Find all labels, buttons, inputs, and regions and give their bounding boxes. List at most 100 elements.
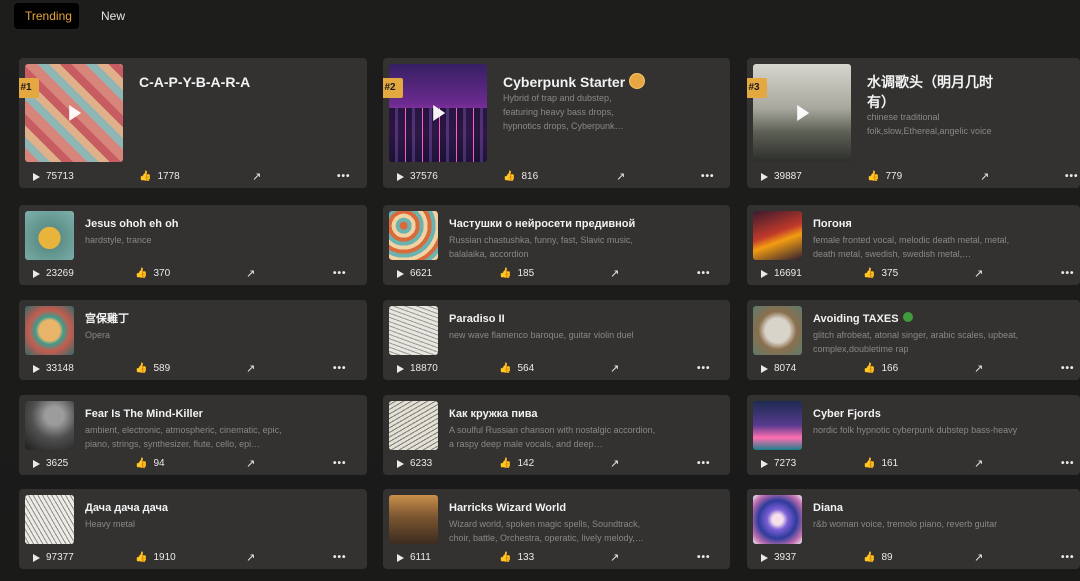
play-count[interactable]: 75713 — [33, 168, 74, 186]
song-cover[interactable] — [753, 64, 851, 162]
song-title[interactable]: Harricks Wizard World — [449, 501, 566, 515]
share-button[interactable]: ↗ — [246, 360, 255, 378]
song-card[interactable]: Jesus ohoh eh oh hardstyle, trance 23269 👍 3… — [19, 205, 367, 285]
song-title[interactable]: 水调歌头（明月几时有） — [867, 72, 1007, 112]
share-button[interactable]: ↗ — [246, 265, 255, 283]
song-title[interactable]: 宫保雞丁 — [85, 312, 129, 326]
share-button[interactable]: ↗ — [610, 265, 619, 283]
play-overlay-icon[interactable] — [69, 105, 82, 121]
song-card[interactable]: Harricks Wizard World Wizard world, spoke… — [383, 489, 730, 569]
song-cover[interactable] — [753, 211, 802, 260]
song-title[interactable]: Diana — [813, 501, 843, 515]
share-button[interactable]: ↗ — [252, 168, 261, 186]
play-count[interactable]: 33148 — [33, 360, 74, 378]
song-title[interactable]: Fear Is The Mind-Killer — [85, 407, 203, 421]
song-cover[interactable] — [25, 401, 74, 450]
like-count[interactable]: 👍 133 — [499, 549, 534, 567]
song-title[interactable]: Jesus ohoh eh oh — [85, 217, 179, 231]
like-count[interactable]: 👍 370 — [135, 265, 170, 283]
play-count[interactable]: 6621 — [397, 265, 432, 283]
more-button[interactable]: ••• — [701, 168, 715, 186]
share-button[interactable]: ↗ — [610, 549, 619, 567]
song-cover[interactable] — [389, 64, 487, 162]
play-count[interactable]: 39887 — [761, 168, 802, 186]
play-count[interactable]: 97377 — [33, 549, 74, 567]
song-title[interactable]: Avoiding TAXES — [813, 312, 913, 326]
featured-card[interactable]: #1 C-A-P-Y-B-A-R-A 75713 👍 1778 ↗ ••• — [19, 58, 367, 188]
more-button[interactable]: ••• — [697, 265, 711, 283]
share-button[interactable]: ↗ — [610, 360, 619, 378]
play-count[interactable]: 8074 — [761, 360, 796, 378]
song-card[interactable]: Дача дача дача Heavy metal 97377 👍 1910 ↗ ••• — [19, 489, 367, 569]
song-card[interactable]: 宫保雞丁 Opera 33148 👍 589 ↗ ••• — [19, 300, 367, 380]
play-count[interactable]: 6233 — [397, 455, 432, 473]
share-button[interactable]: ↗ — [974, 360, 983, 378]
more-button[interactable]: ••• — [333, 455, 347, 473]
song-card[interactable]: Avoiding TAXES glitch afrobeat, atonal si… — [747, 300, 1080, 380]
like-count[interactable]: 👍 185 — [499, 265, 534, 283]
more-button[interactable]: ••• — [1061, 455, 1075, 473]
play-count[interactable]: 16691 — [761, 265, 802, 283]
like-count[interactable]: 👍 779 — [867, 168, 902, 186]
share-button[interactable]: ↗ — [246, 455, 255, 473]
song-cover[interactable] — [25, 64, 123, 162]
more-button[interactable]: ••• — [1061, 265, 1075, 283]
more-button[interactable]: ••• — [1061, 549, 1075, 567]
more-button[interactable]: ••• — [337, 168, 351, 186]
like-count[interactable]: 👍 166 — [863, 360, 898, 378]
play-count[interactable]: 23269 — [33, 265, 74, 283]
tab-new[interactable]: New — [90, 3, 136, 29]
song-title[interactable]: Погоня — [813, 217, 852, 231]
share-button[interactable]: ↗ — [974, 265, 983, 283]
more-button[interactable]: ••• — [697, 455, 711, 473]
song-title[interactable]: Cyber Fjords — [813, 407, 881, 421]
like-count[interactable]: 👍 94 — [135, 455, 165, 473]
more-button[interactable]: ••• — [697, 360, 711, 378]
song-cover[interactable] — [389, 211, 438, 260]
like-count[interactable]: 👍 589 — [135, 360, 170, 378]
share-button[interactable]: ↗ — [980, 168, 989, 186]
song-cover[interactable] — [25, 495, 74, 544]
share-button[interactable]: ↗ — [974, 455, 983, 473]
featured-card[interactable]: #3 水调歌头（明月几时有） chinese traditional folk,… — [747, 58, 1080, 188]
play-count[interactable]: 37576 — [397, 168, 438, 186]
song-card[interactable]: Погоня female fronted vocal, melodic deat… — [747, 205, 1080, 285]
play-overlay-icon[interactable] — [797, 105, 810, 121]
share-button[interactable]: ↗ — [616, 168, 625, 186]
song-title[interactable]: C-A-P-Y-B-A-R-A — [139, 72, 289, 92]
more-button[interactable]: ••• — [333, 265, 347, 283]
more-button[interactable]: ••• — [1065, 168, 1079, 186]
play-count[interactable]: 3625 — [33, 455, 68, 473]
song-card[interactable]: Как кружка пива A soulful Russian chanson… — [383, 395, 730, 475]
song-title[interactable]: Как кружка пива — [449, 407, 537, 421]
share-button[interactable]: ↗ — [610, 455, 619, 473]
song-cover[interactable] — [753, 495, 802, 544]
song-cover[interactable] — [753, 401, 802, 450]
song-title[interactable]: Частушки о нейросети предивной — [449, 217, 635, 231]
more-button[interactable]: ••• — [333, 549, 347, 567]
song-cover[interactable] — [389, 306, 438, 355]
play-count[interactable]: 6111 — [397, 549, 431, 567]
song-card[interactable]: Частушки о нейросети предивной Russian ch… — [383, 205, 730, 285]
like-count[interactable]: 👍 564 — [499, 360, 534, 378]
tab-trending[interactable]: Trending — [14, 3, 79, 29]
song-title[interactable]: Cyberpunk Starter — [503, 72, 703, 92]
song-card[interactable]: Cyber Fjords nordic folk hypnotic cyberpu… — [747, 395, 1080, 475]
featured-card[interactable]: #2 Cyberpunk Starter Hybrid of trap and … — [383, 58, 730, 188]
like-count[interactable]: 👍 816 — [503, 168, 538, 186]
song-title[interactable]: Paradiso II — [449, 312, 505, 326]
song-cover[interactable] — [753, 306, 802, 355]
song-cover[interactable] — [25, 211, 74, 260]
share-button[interactable]: ↗ — [246, 549, 255, 567]
play-count[interactable]: 3937 — [761, 549, 796, 567]
like-count[interactable]: 👍 161 — [863, 455, 898, 473]
more-button[interactable]: ••• — [333, 360, 347, 378]
play-overlay-icon[interactable] — [433, 105, 446, 121]
song-cover[interactable] — [389, 401, 438, 450]
play-count[interactable]: 18870 — [397, 360, 438, 378]
more-button[interactable]: ••• — [697, 549, 711, 567]
song-card[interactable]: Paradiso II new wave flamenco baroque, gu… — [383, 300, 730, 380]
like-count[interactable]: 👍 375 — [863, 265, 898, 283]
like-count[interactable]: 👍 1910 — [135, 549, 176, 567]
like-count[interactable]: 👍 142 — [499, 455, 534, 473]
